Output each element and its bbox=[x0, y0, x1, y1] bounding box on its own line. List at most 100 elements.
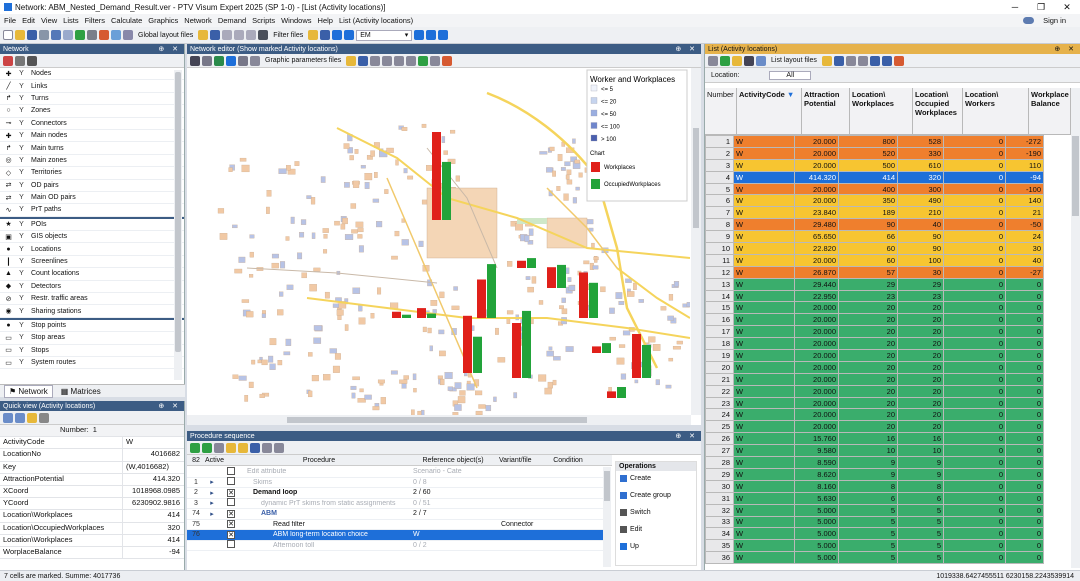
table-row[interactable]: 8 W 29.480 90 40 0 -50 bbox=[705, 218, 1044, 232]
list-cell[interactable]: 414 bbox=[838, 170, 898, 184]
table-row[interactable]: 11 W 20.000 60 100 0 40 bbox=[705, 253, 1044, 267]
redo-icon[interactable] bbox=[63, 30, 73, 40]
list-cell[interactable]: 5.000 bbox=[794, 539, 839, 553]
list-cell[interactable]: 5.630 bbox=[794, 491, 839, 505]
col-activitycode[interactable]: ActivityCode ▼ bbox=[737, 88, 802, 134]
list-cell[interactable]: 500 bbox=[838, 158, 898, 172]
layout-c-icon[interactable] bbox=[246, 30, 257, 40]
list-cell[interactable]: 0 bbox=[943, 539, 1006, 553]
list-cell[interactable]: 20.000 bbox=[794, 360, 839, 374]
list-save-icon[interactable] bbox=[833, 55, 844, 66]
filter-icon[interactable]: Y bbox=[17, 120, 26, 127]
list-cell[interactable]: 20 bbox=[838, 325, 898, 339]
list-cell[interactable]: 5.000 bbox=[794, 515, 839, 529]
list-cell[interactable]: 6 bbox=[897, 491, 944, 505]
list-cell[interactable]: 30 bbox=[1005, 242, 1044, 255]
list-cell[interactable]: 14 bbox=[705, 289, 734, 303]
list-cell[interactable]: 27 bbox=[705, 444, 734, 458]
filter-icon[interactable]: Y bbox=[17, 145, 26, 152]
prev-icon[interactable] bbox=[332, 30, 343, 40]
list-cell[interactable]: W bbox=[733, 170, 795, 184]
network-item-territories[interactable]: ◇ Y Territories bbox=[0, 167, 184, 180]
table-row[interactable]: 13 W 29.440 29 29 0 0 bbox=[705, 277, 1044, 291]
list-cell[interactable]: 5.000 bbox=[794, 503, 839, 517]
table-row[interactable]: 17 W 20.000 20 20 0 0 bbox=[705, 325, 1044, 339]
map-vscrollbar[interactable] bbox=[691, 68, 701, 415]
list-cell[interactable]: 20.000 bbox=[794, 384, 839, 398]
list-cell[interactable]: 20 bbox=[897, 325, 944, 339]
menu-item-11[interactable]: Help bbox=[318, 16, 333, 25]
table-row[interactable]: 5 W 20.000 400 300 0 -100 bbox=[705, 182, 1044, 196]
list-cell[interactable]: 0 bbox=[943, 289, 1006, 303]
col-number[interactable]: Number bbox=[705, 88, 737, 134]
list-cell[interactable]: 20 bbox=[838, 384, 898, 398]
save-icon[interactable] bbox=[27, 30, 37, 40]
list-cell[interactable]: 25 bbox=[705, 420, 734, 434]
list-cell[interactable]: 110 bbox=[1005, 158, 1044, 172]
list-cell[interactable]: 0 bbox=[943, 444, 1006, 458]
next-icon[interactable] bbox=[344, 30, 355, 40]
list-cell[interactable]: 20 bbox=[897, 349, 944, 362]
list-cell[interactable]: 0 bbox=[943, 206, 1006, 220]
list-cell[interactable]: 20 bbox=[897, 360, 944, 374]
proc-doc-icon[interactable] bbox=[262, 442, 272, 453]
list-cell[interactable]: 414.320 bbox=[794, 170, 839, 184]
table-row[interactable]: 22 W 20.000 20 20 0 0 bbox=[705, 384, 1044, 398]
qv-value[interactable]: -94 bbox=[122, 546, 184, 559]
list-cell[interactable]: W bbox=[733, 360, 795, 374]
list-cell[interactable]: 0 bbox=[1005, 515, 1044, 529]
list-cell[interactable]: 0 bbox=[943, 349, 1006, 362]
print-icon[interactable] bbox=[39, 30, 49, 40]
zone-icon[interactable] bbox=[238, 55, 248, 66]
list-cell[interactable]: 16 bbox=[838, 432, 898, 446]
list-scrollbar[interactable] bbox=[1071, 88, 1080, 568]
menu-item-0[interactable]: File bbox=[4, 16, 16, 25]
list-cell[interactable]: 8 bbox=[705, 218, 734, 232]
layout-open-icon[interactable] bbox=[198, 30, 209, 40]
list-cell[interactable]: 0 bbox=[943, 491, 1006, 505]
list-cell[interactable]: 24 bbox=[1005, 230, 1044, 244]
op-up[interactable]: Up bbox=[616, 539, 696, 553]
list-cell[interactable]: 610 bbox=[897, 158, 944, 172]
list-cell[interactable]: 0 bbox=[943, 313, 1006, 327]
list-cell[interactable]: 20.000 bbox=[794, 146, 839, 160]
list-cell[interactable]: 29.440 bbox=[794, 277, 839, 291]
pointer-icon[interactable] bbox=[190, 55, 200, 66]
network-item-main-turns[interactable]: ↱ Y Main turns bbox=[0, 142, 184, 155]
list-cell[interactable]: 0 bbox=[943, 551, 1006, 565]
list-cell[interactable]: 0 bbox=[1005, 551, 1044, 565]
list-cell[interactable]: 0 bbox=[1005, 420, 1044, 434]
table-row[interactable]: 35 W 5.000 5 5 0 0 bbox=[705, 539, 1044, 553]
list-cell[interactable]: 0 bbox=[1005, 349, 1044, 362]
list-cell[interactable]: W bbox=[733, 444, 795, 458]
proc-open-icon[interactable] bbox=[238, 442, 248, 453]
network-item-stop-points[interactable]: ● Y Stop points bbox=[0, 320, 184, 333]
grid-icon[interactable] bbox=[123, 30, 133, 40]
list-cell[interactable]: 330 bbox=[897, 146, 944, 160]
layout-a-icon[interactable] bbox=[222, 30, 233, 40]
filter-icon[interactable]: Y bbox=[17, 233, 26, 240]
list-cell[interactable]: 10 bbox=[705, 242, 734, 255]
network-filter-icon[interactable] bbox=[3, 55, 13, 66]
list-cell[interactable]: W bbox=[733, 372, 795, 386]
table-row[interactable]: 4 W 414.320 414 320 0 -94 bbox=[705, 170, 1044, 184]
table-row[interactable]: 28 W 8.590 9 9 0 0 bbox=[705, 456, 1044, 469]
filter-icon[interactable]: Y bbox=[17, 347, 26, 354]
list-cell[interactable]: W bbox=[733, 349, 795, 362]
location-select[interactable]: All bbox=[769, 70, 812, 80]
global-layout-files-label[interactable]: Global layout files bbox=[138, 32, 193, 39]
list-cell[interactable]: 0 bbox=[943, 337, 1006, 351]
list-pin-icon[interactable] bbox=[708, 55, 718, 66]
list-cell[interactable]: 22.820 bbox=[794, 242, 839, 255]
table-row[interactable]: 29 W 8.620 9 9 0 0 bbox=[705, 467, 1044, 481]
list-cell[interactable]: 20.000 bbox=[794, 135, 839, 148]
list-cell[interactable]: 5 bbox=[897, 503, 944, 517]
qv-b-icon[interactable] bbox=[15, 412, 25, 423]
sign-in-button[interactable]: Sign in bbox=[1023, 16, 1072, 25]
list-cell[interactable]: 0 bbox=[943, 194, 1006, 208]
menu-item-9[interactable]: Scripts bbox=[252, 16, 275, 25]
list-cell[interactable]: W bbox=[733, 396, 795, 410]
network-item-sharing-stations[interactable]: ◉ Y Sharing stations bbox=[0, 305, 184, 318]
network-item-nodes[interactable]: ✚ Y Nodes bbox=[0, 68, 184, 81]
filter-icon[interactable]: Y bbox=[17, 107, 26, 114]
